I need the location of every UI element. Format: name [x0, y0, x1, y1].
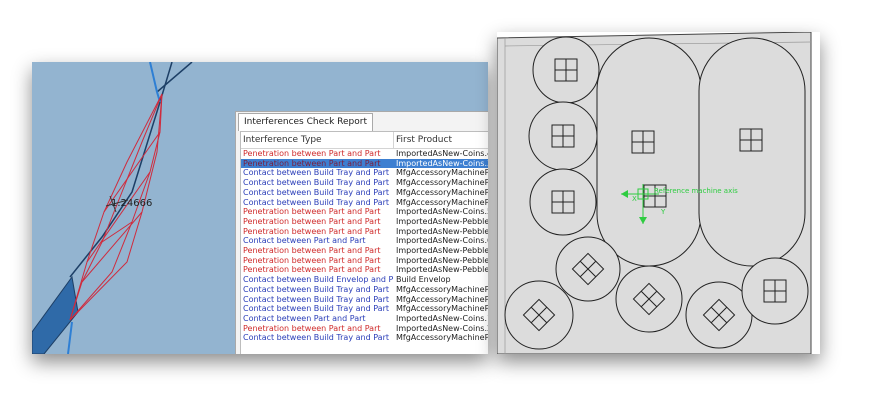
table-row[interactable]: Contact between Build Tray and Part MfgAc…: [241, 198, 488, 208]
table-row[interactable]: Penetration between Part and Part Importe…: [241, 207, 488, 217]
interference-type-cell: Contact between Build Tray and Part: [243, 168, 389, 178]
interferences-check-report[interactable]: Interferences Check Report Interference …: [235, 111, 488, 354]
interference-type-cell: Penetration between Part and Part: [243, 265, 381, 275]
interference-type-cell: Contact between Build Tray and Part: [243, 294, 389, 304]
first-product-cell: ImportedAsNew-Coins.6: [396, 236, 488, 246]
interference-type-cell: Contact between Build Tray and Part: [243, 197, 389, 207]
table-row[interactable]: Contact between Build Tray and Part MfgAc…: [241, 168, 488, 178]
interference-type-cell: Penetration between Part and Part: [243, 216, 381, 226]
table-row[interactable]: Contact between Build Tray and Part MfgAc…: [241, 188, 488, 198]
first-product-cell: ImportedAsNew-Coins.3: [396, 158, 488, 168]
first-product-cell: ImportedAsNew-Coins.1: [396, 313, 488, 323]
first-product-cell: MfgAccessoryMachineP\: [396, 284, 488, 294]
table-row[interactable]: Penetration between Part and Part Importe…: [241, 227, 488, 237]
table-row[interactable]: Contact between Part and Part ImportedAsN…: [241, 236, 488, 246]
interference-type-cell: Contact between Part and Part: [243, 313, 366, 323]
table-row[interactable]: Contact between Build Tray and Part MfgAc…: [241, 333, 488, 343]
first-product-cell: ImportedAsNew-Pebble.2: [396, 226, 488, 236]
table-row[interactable]: Penetration between Part and Part Importe…: [241, 265, 488, 275]
pebble-part[interactable]: [596, 37, 702, 267]
table-row[interactable]: Penetration between Part and Part Importe…: [241, 256, 488, 266]
first-product-cell: MfgAccessoryMachineP\: [396, 304, 488, 314]
table-header: Interference Type First Product: [241, 132, 488, 149]
table-row[interactable]: Penetration between Part and Part Importe…: [241, 217, 488, 227]
table-row[interactable]: Contact between Build Envelop and Part Bu…: [241, 275, 488, 285]
interference-type-cell: Penetration between Part and Part: [243, 226, 381, 236]
interference-type-cell: Contact between Build Tray and Part: [243, 187, 389, 197]
table-row[interactable]: Contact between Part and Part ImportedAsN…: [241, 314, 488, 324]
interference-type-cell: Contact between Build Envelop and Part: [243, 275, 393, 285]
first-product-cell: ImportedAsNew-Pebble.2: [396, 246, 488, 255]
first-product-cell: MfgAccessoryMachineP\: [396, 294, 488, 304]
pebble-part[interactable]: [698, 37, 806, 267]
table-row[interactable]: Penetration between Part and Part Importe…: [241, 158, 488, 169]
table-row[interactable]: Contact between Build Tray and Part MfgAc…: [241, 304, 488, 314]
first-product-cell: MfgAccessoryMachineP\: [396, 168, 488, 178]
interference-type-cell: Penetration between Part and Part: [243, 149, 381, 158]
first-product-cell: Build Envelop: [396, 275, 451, 285]
interference-type-cell: Penetration between Part and Part: [243, 323, 381, 333]
interference-type-cell: Contact between Build Tray and Part: [243, 304, 389, 314]
first-product-cell: ImportedAsNew-Pebble.2: [396, 265, 488, 275]
interference-type-cell: Penetration between Part and Part: [243, 255, 381, 265]
report-table[interactable]: Interference Type First Product Penetrat…: [240, 131, 488, 354]
interference-type-cell: Contact between Build Tray and Part: [243, 333, 389, 343]
first-product-cell: ImportedAsNew-Coins.2: [396, 323, 488, 333]
first-product-cell: ImportedAsNew-Coins.5: [396, 207, 488, 217]
first-product-cell: ImportedAsNew-Coins.4: [396, 149, 488, 158]
first-product-cell: MfgAccessoryMachineP\: [396, 333, 488, 343]
interference-type-cell: Penetration between Part and Part: [243, 246, 381, 255]
column-header-interference-type[interactable]: Interference Type: [243, 132, 393, 148]
dimension-label: 1.24666: [111, 198, 152, 209]
interference-type-cell: Penetration between Part and Part: [243, 158, 381, 168]
first-product-cell: MfgAccessoryMachineP\: [396, 187, 488, 197]
interference-type-cell: Penetration between Part and Part: [243, 207, 381, 217]
interference-viewport[interactable]: 1.24666 Interferences Check Report Inter…: [32, 62, 488, 354]
interference-type-cell: Contact between Build Tray and Part: [243, 284, 389, 294]
axis-x-label: X: [632, 195, 637, 203]
first-product-cell: MfgAccessoryMachineP\: [396, 197, 488, 207]
column-header-first-product[interactable]: First Product: [396, 132, 488, 148]
table-row[interactable]: Penetration between Part and Part Importe…: [241, 149, 488, 159]
first-product-cell: MfgAccessoryMachineP\: [396, 178, 488, 188]
build-tray-view[interactable]: X Y Reference machine axis: [497, 32, 820, 354]
table-row[interactable]: Penetration between Part and Part Importe…: [241, 246, 488, 256]
table-row[interactable]: Contact between Build Tray and Part MfgAc…: [241, 178, 488, 188]
table-row[interactable]: Contact between Build Tray and Part MfgAc…: [241, 295, 488, 305]
first-product-cell: ImportedAsNew-Pebble.2: [396, 255, 488, 265]
interference-type-cell: Contact between Part and Part: [243, 236, 366, 246]
axis-y-label: Y: [660, 208, 666, 216]
table-row[interactable]: Penetration between Part and Part Importe…: [241, 324, 488, 334]
table-row[interactable]: Contact between Build Tray and Part MfgAc…: [241, 285, 488, 295]
reference-axis-label: Reference machine axis: [654, 187, 738, 195]
interference-type-cell: Contact between Build Tray and Part: [243, 178, 389, 188]
build-tray-canvas: X Y Reference machine axis: [497, 32, 812, 354]
report-tab[interactable]: Interferences Check Report: [238, 113, 373, 131]
first-product-cell: ImportedAsNew-Pebble.2: [396, 216, 488, 226]
